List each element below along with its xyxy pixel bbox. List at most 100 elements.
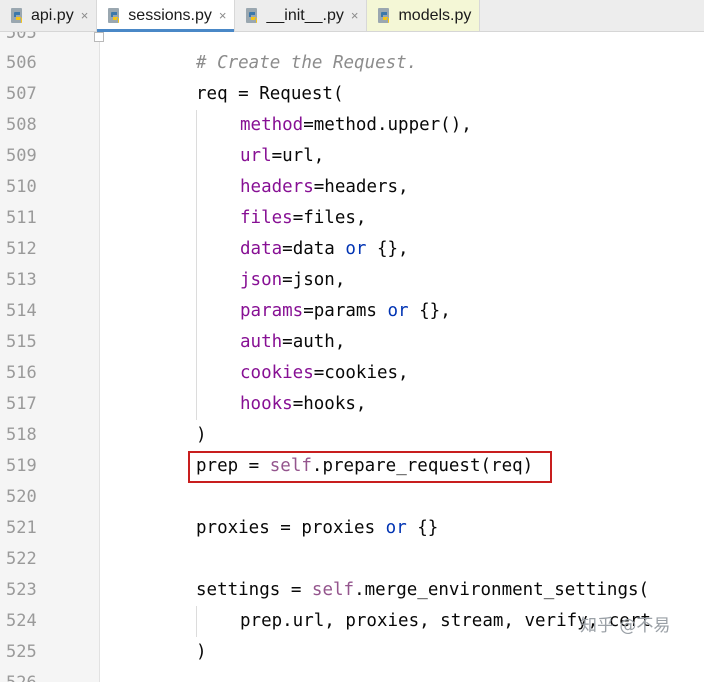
tab-sessions-py[interactable]: sessions.py × <box>97 0 236 32</box>
code-token: settings = <box>196 580 312 600</box>
code-text: ) <box>196 425 207 445</box>
code-token: {}, <box>366 239 409 259</box>
param-token: hooks <box>240 394 293 414</box>
keyword-token: or <box>387 301 409 321</box>
line-number: 516 <box>6 363 37 383</box>
code-line: 510 headers=headers, <box>0 172 704 203</box>
code-token: =auth, <box>282 332 346 352</box>
code-token: =json, <box>282 270 346 290</box>
param-token: json <box>240 270 283 290</box>
code-line: 511 files=files, <box>0 203 704 234</box>
code-line: 514 params=params or {}, <box>0 296 704 327</box>
code-line: 507 req = Request( <box>0 79 704 110</box>
close-icon[interactable]: × <box>81 8 89 23</box>
line-number: 522 <box>6 549 37 569</box>
tab-label: __init__.py <box>266 6 344 24</box>
python-file-icon <box>378 7 390 23</box>
code-line: 522 <box>0 544 704 575</box>
code-text: json=json, <box>240 265 345 296</box>
code-text: ) <box>196 642 207 662</box>
param-token: params <box>240 301 304 321</box>
param-token: cookies <box>240 363 314 383</box>
code-text: files=files, <box>240 203 366 234</box>
close-icon[interactable]: × <box>351 8 359 23</box>
line-number: 511 <box>6 208 37 228</box>
code-token: =files, <box>292 208 367 228</box>
code-token: proxies = proxies <box>196 518 386 538</box>
param-token: auth <box>240 332 283 352</box>
code-line: 525 ) <box>0 637 704 668</box>
tab-api-py[interactable]: api.py × <box>0 0 98 31</box>
tab-label: models.py <box>398 6 472 24</box>
line-number: 506 <box>6 53 37 73</box>
code-line: 513 json=json, <box>0 265 704 296</box>
code-line: 523 settings = self.merge_environment_se… <box>0 575 704 606</box>
code-line: 515 auth=auth, <box>0 327 704 358</box>
code-text: req = Request( <box>196 84 344 104</box>
line-number: 509 <box>6 146 37 166</box>
code-line: 505 <box>0 32 704 49</box>
watermark-text: 知乎 @不易 <box>580 616 671 636</box>
code-text: # Create the Request. <box>196 48 417 79</box>
code-token: =data <box>282 239 346 259</box>
code-text: settings = self.merge_environment_settin… <box>196 575 649 606</box>
code-text: url=url, <box>240 141 324 172</box>
line-number: 515 <box>6 332 37 352</box>
code-token: =params <box>303 301 388 321</box>
line-number: 524 <box>6 611 37 631</box>
code-token: .merge_environment_settings( <box>354 580 650 600</box>
code-text: params=params or {}, <box>240 296 451 327</box>
code-line: 517 hooks=hooks, <box>0 389 704 420</box>
code-text: hooks=hooks, <box>240 389 366 420</box>
code-token: {} <box>406 518 439 538</box>
line-number: 514 <box>6 301 37 321</box>
code-line: 516 cookies=cookies, <box>0 358 704 389</box>
tab-label: api.py <box>31 6 74 24</box>
close-icon[interactable]: × <box>219 8 227 23</box>
line-number: 513 <box>6 270 37 290</box>
code-text: cookies=cookies, <box>240 358 409 389</box>
code-editor[interactable]: 505 506 # Create the Request. 507 req = … <box>0 32 704 682</box>
line-number: 523 <box>6 580 37 600</box>
code-token: =url, <box>271 146 325 166</box>
code-token: {}, <box>408 301 451 321</box>
line-number: 521 <box>6 518 37 538</box>
highlight-annotation-box <box>188 451 552 483</box>
python-file-icon <box>246 7 258 23</box>
code-text: auth=auth, <box>240 327 345 358</box>
line-number: 512 <box>6 239 37 259</box>
code-token: =method.upper(), <box>303 115 472 135</box>
line-number: 517 <box>6 394 37 414</box>
code-token: =headers, <box>313 177 409 197</box>
code-line: 520 <box>0 482 704 513</box>
code-text: method=method.upper(), <box>240 110 472 141</box>
line-number: 526 <box>6 668 46 682</box>
code-line: 521 proxies = proxies or {} <box>0 513 704 544</box>
code-line: 518 ) <box>0 420 704 451</box>
code-token: =cookies, <box>313 363 409 383</box>
tab-models-py[interactable]: models.py <box>367 0 481 31</box>
tab-label: sessions.py <box>128 6 212 24</box>
line-number: 525 <box>6 642 37 662</box>
editor-tab-bar: api.py × sessions.py × __init__.py × mod… <box>0 0 704 32</box>
param-token: data <box>240 239 283 259</box>
code-line: 509 url=url, <box>0 141 704 172</box>
line-number: 510 <box>6 177 37 197</box>
param-token: files <box>240 208 293 228</box>
code-line: 506 # Create the Request. <box>0 48 704 79</box>
tab-init-py[interactable]: __init__.py × <box>235 0 368 31</box>
code-text: headers=headers, <box>240 172 409 203</box>
code-token: =hooks, <box>292 394 367 414</box>
code-line: 526 <box>0 668 704 682</box>
line-number: 520 <box>6 487 37 507</box>
code-text: data=data or {}, <box>240 234 409 265</box>
line-number: 518 <box>6 425 37 445</box>
param-token: method <box>240 115 304 135</box>
self-token: self <box>311 580 355 600</box>
line-number: 519 <box>6 456 37 476</box>
python-file-icon <box>108 7 120 23</box>
param-token: url <box>240 146 272 166</box>
keyword-token: or <box>345 239 367 259</box>
line-number: 507 <box>6 84 37 104</box>
code-text: proxies = proxies or {} <box>196 513 438 544</box>
